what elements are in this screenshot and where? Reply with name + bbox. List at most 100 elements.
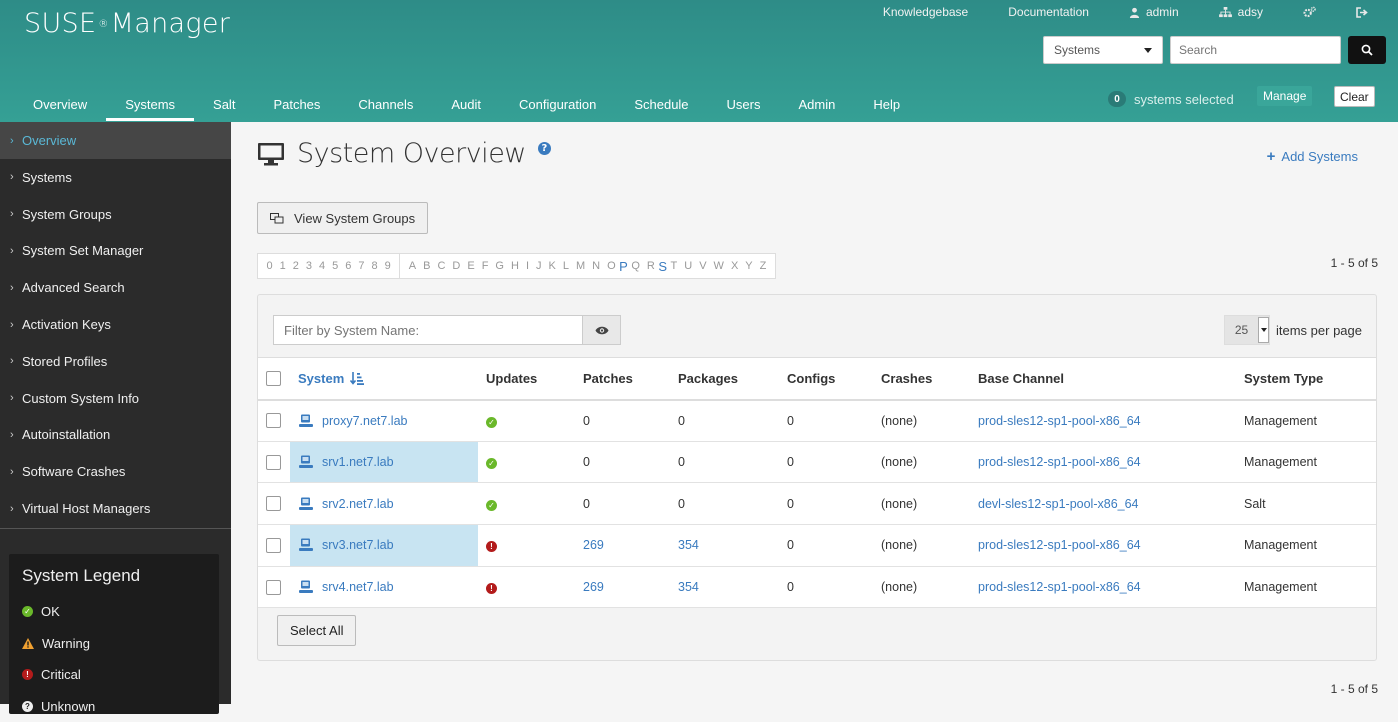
documentation-link[interactable]: Documentation [988, 5, 1109, 19]
sidebar-item-virtual-host-managers[interactable]: ›Virtual Host Managers [0, 490, 231, 527]
legend-item-unknown: ? Unknown [22, 691, 206, 722]
sidebar-item-stored-profiles[interactable]: ›Stored Profiles [0, 343, 231, 380]
base-channel-link[interactable]: prod-sles12-sp1-pool-x86_64 [978, 538, 1141, 552]
alphabet-letter-n: N [589, 260, 604, 272]
logo[interactable]: SUSE®Manager [24, 8, 230, 39]
sidebar-item-overview[interactable]: ›Overview [0, 122, 231, 159]
base-channel-link[interactable]: prod-sles12-sp1-pool-x86_64 [978, 455, 1141, 469]
check-circle-icon: ✓ [22, 606, 33, 617]
sidebar-item-advanced-search[interactable]: ›Advanced Search [0, 269, 231, 306]
system-name-link[interactable]: srv1.net7.lab [322, 455, 394, 469]
system-name-link[interactable]: srv3.net7.lab [322, 538, 394, 552]
logo-reg-mark: ® [98, 19, 108, 30]
alphabet-letter-p[interactable]: P [619, 259, 628, 274]
alphabet-digit: 2 [289, 260, 302, 272]
sidebar-item-autoinstallation[interactable]: ›Autoinstallation [0, 417, 231, 454]
nav-users[interactable]: Users [708, 90, 780, 121]
packages-value: 0 [678, 414, 685, 428]
nav-salt[interactable]: Salt [194, 90, 254, 121]
items-per-page-select[interactable]: 25 [1224, 315, 1270, 345]
system-legend: System Legend ✓ OK Warning ! Critical ? … [9, 554, 219, 714]
updates-cell: ✓ [478, 441, 575, 483]
view-system-groups-button[interactable]: View System Groups [257, 202, 428, 234]
packages-link[interactable]: 354 [678, 538, 699, 552]
user-link[interactable]: admin [1109, 5, 1199, 19]
table-row: proxy7.net7.lab✓000(none)prod-sles12-sp1… [258, 400, 1376, 442]
add-systems-label: Add Systems [1281, 149, 1358, 164]
system-icon [298, 455, 314, 469]
system-type-cell: Management [1236, 400, 1376, 442]
row-checkbox[interactable] [266, 538, 281, 553]
filter-system-name-input[interactable] [273, 315, 583, 345]
knowledgebase-link[interactable]: Knowledgebase [863, 5, 988, 19]
sidebar-item-activation-keys[interactable]: ›Activation Keys [0, 306, 231, 343]
nav-configuration[interactable]: Configuration [500, 90, 615, 121]
system-name-link[interactable]: proxy7.net7.lab [322, 414, 407, 428]
items-per-page-label: items per page [1276, 323, 1362, 338]
sign-out-link[interactable] [1336, 5, 1368, 19]
search-button[interactable] [1348, 36, 1386, 64]
nav-help[interactable]: Help [854, 90, 919, 121]
select-all-checkbox[interactable] [266, 371, 281, 386]
row-checkbox[interactable] [266, 455, 281, 470]
system-icon [298, 538, 314, 552]
nav-overview[interactable]: Overview [14, 90, 106, 121]
row-checkbox[interactable] [266, 413, 281, 428]
system-name-link[interactable]: srv2.net7.lab [322, 497, 394, 511]
alphabet-letter-h: H [507, 260, 522, 272]
org-link[interactable]: adsy [1199, 5, 1283, 19]
table-header-row: System Updates Patches Packages Configs … [258, 358, 1376, 400]
exclamation-circle-icon: ! [486, 583, 497, 594]
chevron-right-icon: › [10, 392, 14, 404]
header-system[interactable]: System [290, 358, 478, 400]
sidebar-item-system-set-manager[interactable]: ›System Set Manager [0, 233, 231, 270]
row-checkbox[interactable] [266, 496, 281, 511]
updates-cell: ✓ [478, 400, 575, 442]
search-input[interactable] [1170, 36, 1341, 64]
add-systems-link[interactable]: + Add Systems [1267, 148, 1358, 165]
alphabet-letter-s[interactable]: S [658, 259, 667, 274]
documentation-label: Documentation [1008, 5, 1089, 19]
plus-icon: + [1267, 148, 1276, 165]
patches-link[interactable]: 269 [583, 538, 604, 552]
sidebar-item-system-groups[interactable]: ›System Groups [0, 196, 231, 233]
base-channel-link[interactable]: prod-sles12-sp1-pool-x86_64 [978, 580, 1141, 594]
packages-link[interactable]: 354 [678, 580, 699, 594]
alphabet-letter-c: C [434, 260, 449, 272]
base-channel-link[interactable]: prod-sles12-sp1-pool-x86_64 [978, 414, 1141, 428]
search-type-select[interactable]: Systems [1043, 36, 1163, 64]
nav-audit[interactable]: Audit [432, 90, 500, 121]
nav-channels[interactable]: Channels [339, 90, 432, 121]
alphabet-digit: 6 [342, 260, 355, 272]
alphabet-letter-l: L [559, 260, 572, 272]
base-channel-link[interactable]: devl-sles12-sp1-pool-x86_64 [978, 497, 1139, 511]
sidebar-item-systems[interactable]: ›Systems [0, 159, 231, 196]
alphabet-digit: 0 [263, 260, 276, 272]
nav-patches[interactable]: Patches [254, 90, 339, 121]
row-checkbox[interactable] [266, 580, 281, 595]
table-row: srv2.net7.lab✓000(none)devl-sles12-sp1-p… [258, 483, 1376, 525]
chevron-right-icon: › [10, 355, 14, 367]
alphabet-digits: 0123456789 [258, 254, 399, 278]
configs-cell: 0 [779, 441, 873, 483]
patches-cell: 0 [575, 483, 670, 525]
clear-button[interactable]: Clear [1334, 86, 1375, 107]
system-name-link[interactable]: srv4.net7.lab [322, 580, 394, 594]
select-all-button[interactable]: Select All [277, 615, 356, 646]
nav-systems[interactable]: Systems [106, 90, 194, 121]
sidebar-item-software-crashes[interactable]: ›Software Crashes [0, 453, 231, 490]
updates-cell: ! [478, 525, 575, 567]
nav-schedule[interactable]: Schedule [615, 90, 707, 121]
filter-apply-button[interactable] [582, 315, 621, 345]
alphabet-letter-m: M [572, 260, 588, 272]
sort-system-link[interactable]: System [298, 371, 344, 386]
help-icon[interactable]: ? [538, 142, 551, 155]
patches-link[interactable]: 269 [583, 580, 604, 594]
sidebar-item-custom-system-info[interactable]: ›Custom System Info [0, 380, 231, 417]
packages-cell: 0 [670, 441, 779, 483]
preferences-link[interactable] [1283, 5, 1336, 19]
system-groups-icon [270, 213, 284, 224]
manage-button[interactable]: Manage [1257, 86, 1312, 106]
nav-admin[interactable]: Admin [780, 90, 855, 121]
alphabet-digit: 9 [381, 260, 394, 272]
